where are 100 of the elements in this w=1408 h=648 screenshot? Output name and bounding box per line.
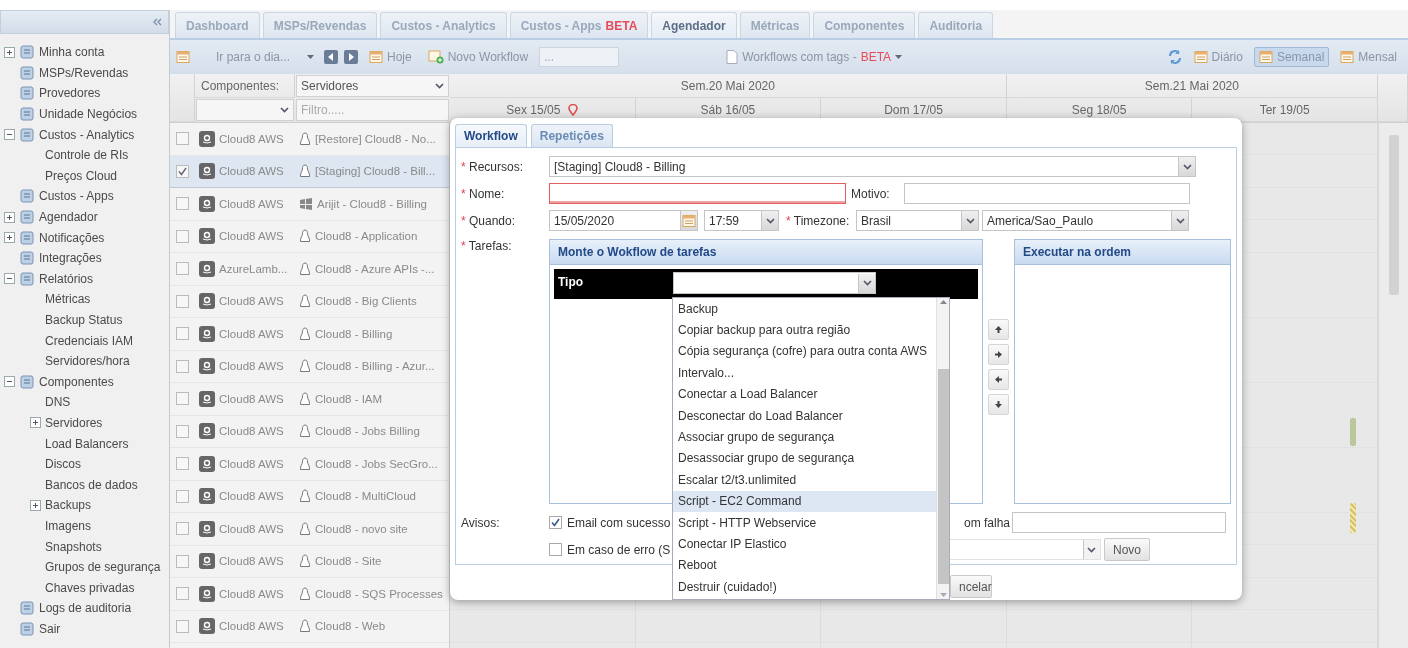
sidebar-item[interactable]: Load Balancers xyxy=(45,436,129,451)
row-checkbox[interactable] xyxy=(176,424,189,438)
expand-icon[interactable] xyxy=(4,46,15,58)
move-right-button[interactable] xyxy=(988,344,1009,365)
row-checkbox[interactable] xyxy=(176,294,189,308)
sidebar-item[interactable]: Backups xyxy=(45,498,92,513)
sidebar-item[interactable]: Logs de auditoria xyxy=(39,601,132,616)
row-checkbox[interactable] xyxy=(176,229,189,243)
dropdown-option[interactable]: Intervalo... xyxy=(673,362,936,384)
sidebar-item[interactable]: Agendador xyxy=(39,210,98,225)
row-checkbox[interactable] xyxy=(176,164,189,178)
expand-icon[interactable] xyxy=(4,211,15,223)
row-checkbox[interactable] xyxy=(176,489,189,503)
sidebar-item[interactable]: Backup Status xyxy=(45,313,123,327)
scrollbar-thumb[interactable] xyxy=(1388,135,1399,295)
reason-field[interactable] xyxy=(904,183,1190,204)
sidebar-item[interactable]: Servidores xyxy=(45,416,103,430)
sidebar-item[interactable]: Imagens xyxy=(45,518,92,533)
timezone-select[interactable]: America/Sao_Paulo xyxy=(982,210,1189,231)
dropdown-option[interactable]: Conectar a Load Balancer xyxy=(673,383,936,405)
sidebar-item[interactable]: MSPs/Revendas xyxy=(39,65,129,80)
sidebar-item[interactable]: Minha conta xyxy=(39,45,105,60)
sidebar-item[interactable]: Controle de RIs xyxy=(45,148,129,163)
expand-icon[interactable] xyxy=(30,499,41,511)
row-checkbox[interactable] xyxy=(176,522,189,536)
previous-button[interactable] xyxy=(324,50,338,64)
sidebar-item[interactable]: Notificações xyxy=(39,230,105,245)
collapse-icon[interactable] xyxy=(4,273,15,285)
cancel-button[interactable]: ncelar xyxy=(950,575,992,598)
refresh-icon[interactable] xyxy=(1166,49,1183,65)
sidebar-item[interactable]: Sair xyxy=(39,621,61,636)
region-select[interactable]: Brasil xyxy=(856,210,979,231)
row-checkbox[interactable] xyxy=(176,262,189,276)
dropdown-option[interactable]: Cópia segurança (cofre) para outra conta AWS xyxy=(673,340,936,363)
resources-select[interactable]: [Staging] Cloud8 - Billing xyxy=(549,156,1196,177)
sidebar-item[interactable]: Grupos de segurança xyxy=(45,560,161,575)
sidebar-item[interactable]: DNS xyxy=(45,395,71,410)
new-button[interactable]: Novo xyxy=(1104,538,1150,561)
type-combo[interactable] xyxy=(673,272,876,294)
sidebar-item[interactable]: Métricas xyxy=(45,292,91,307)
sidebar-item[interactable]: Relatórios xyxy=(39,271,94,286)
row-checkbox[interactable] xyxy=(176,327,189,341)
failure-email-field[interactable] xyxy=(1012,512,1226,533)
caret-icon xyxy=(965,217,975,224)
sidebar-item[interactable]: Credenciais IAM xyxy=(45,333,134,348)
row-checkbox[interactable] xyxy=(176,554,189,568)
checkbox[interactable] xyxy=(549,516,562,529)
page-icon xyxy=(19,106,35,123)
dropdown-option[interactable]: Desassociar grupo de segurança xyxy=(673,447,936,470)
sidebar-item[interactable]: Custos - Apps xyxy=(39,189,114,204)
move-down-button[interactable] xyxy=(988,394,1009,415)
row-checkbox[interactable] xyxy=(176,359,189,373)
row-checkbox[interactable] xyxy=(176,197,189,211)
move-up-button[interactable] xyxy=(988,319,1009,340)
sidebar-item[interactable]: Provedores xyxy=(39,86,101,101)
expand-icon[interactable] xyxy=(30,417,41,429)
dropdown-option[interactable]: Conectar IP Elastico xyxy=(673,533,936,555)
row-checkbox[interactable] xyxy=(176,457,189,471)
sidebar-item[interactable]: Componentes xyxy=(39,374,114,389)
dropdown-option[interactable]: Associar grupo de segurança xyxy=(673,426,936,448)
sidebar-item[interactable]: Bancos de dados xyxy=(45,477,138,492)
dropdown-option[interactable]: Desconectar do Load Balancer xyxy=(673,404,936,427)
expand-icon[interactable] xyxy=(4,232,15,244)
dropdown-option[interactable]: Script - HTTP Webservice xyxy=(673,511,936,534)
sidebar-item[interactable]: Snapshots xyxy=(45,539,102,554)
account-select[interactable] xyxy=(196,99,294,121)
scrollbar-thumb[interactable] xyxy=(937,369,949,584)
search-field[interactable]: ... xyxy=(539,47,620,67)
dropdown-option[interactable]: Script - EC2 Command xyxy=(673,490,936,512)
sidebar-item[interactable]: Preços Cloud xyxy=(45,168,118,183)
sidebar-item[interactable]: Integrações xyxy=(39,251,102,266)
component-select[interactable]: Servidores xyxy=(296,75,449,97)
dropdown-option[interactable]: Escalar t2/t3.unlimited xyxy=(673,469,936,491)
checkbox[interactable] xyxy=(549,543,562,556)
sidebar-item[interactable]: Unidade Negócios xyxy=(39,107,138,122)
dialog-tab[interactable]: Workflow xyxy=(455,124,527,147)
scroll-down-icon[interactable] xyxy=(939,593,947,597)
sidebar-item[interactable]: Custos - Analytics xyxy=(39,127,135,142)
sidebar-item[interactable]: Chaves privadas xyxy=(45,580,135,595)
nav-tab[interactable]: Agendador xyxy=(651,12,737,38)
collapse-sidebar-icon[interactable] xyxy=(152,18,162,26)
move-left-button[interactable] xyxy=(988,369,1009,390)
date-field[interactable]: 15/05/2020 xyxy=(549,210,698,231)
dropdown-option[interactable]: Reboot xyxy=(673,554,936,577)
sidebar-item[interactable]: Servidores/hora xyxy=(45,354,130,369)
dropdown-option[interactable]: Backup xyxy=(673,298,936,320)
sidebar-item[interactable]: Discos xyxy=(45,457,81,472)
collapse-icon[interactable] xyxy=(4,129,15,141)
dropdown-option[interactable]: Destruir (cuidado!) xyxy=(673,576,936,598)
dropdown-option[interactable]: Copiar backup para outra região xyxy=(673,319,936,341)
row-checkbox[interactable] xyxy=(176,132,189,146)
row-checkbox[interactable] xyxy=(176,587,189,601)
collapse-icon[interactable] xyxy=(4,376,15,388)
account-icon xyxy=(199,325,215,342)
time-select[interactable]: 17:59 xyxy=(704,210,779,231)
row-checkbox[interactable] xyxy=(176,392,189,406)
next-button[interactable] xyxy=(344,50,358,64)
row-checkbox[interactable] xyxy=(176,619,189,633)
name-field[interactable] xyxy=(549,183,846,204)
filter-field[interactable]: Filtro..... xyxy=(296,99,449,121)
